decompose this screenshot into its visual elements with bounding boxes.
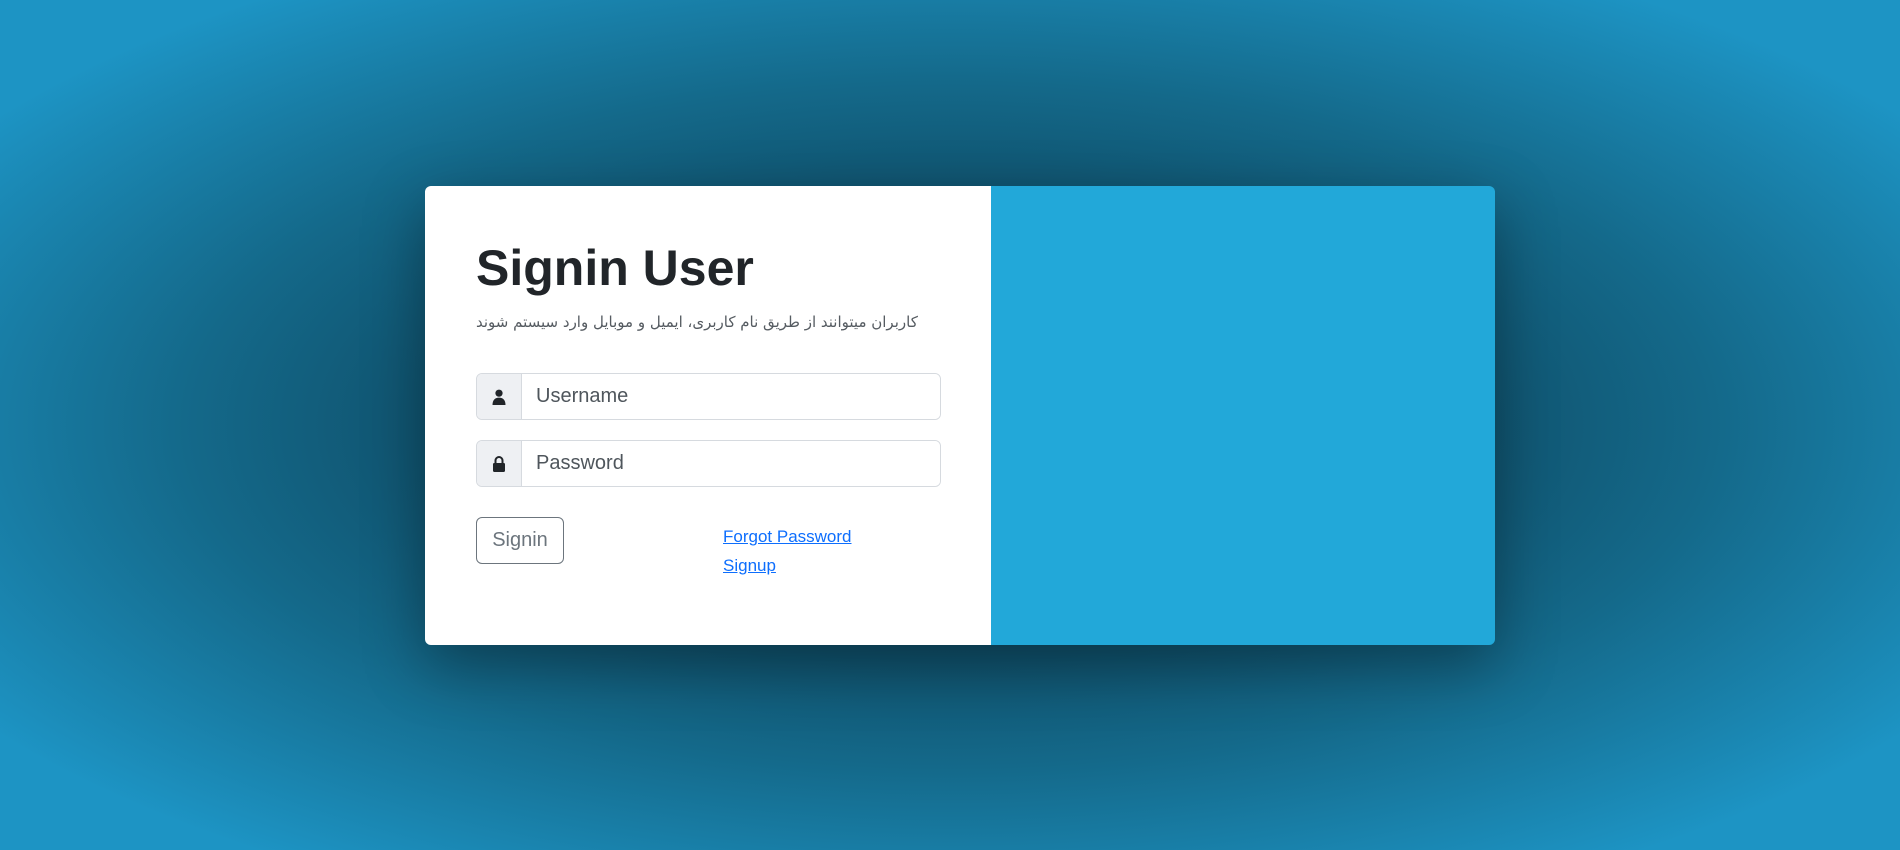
password-input[interactable]: [522, 441, 940, 486]
lock-icon: [477, 441, 522, 486]
page-title: Signin User: [476, 240, 754, 296]
username-input[interactable]: [522, 374, 940, 419]
password-input-group: [476, 440, 941, 487]
auth-links: Forgot Password Signup: [723, 522, 852, 580]
username-input-group: [476, 373, 941, 420]
subtitle: کاربران میتوانند از طریق نام کاربری، ایم…: [476, 313, 918, 331]
signin-card: Signin User کاربران میتوانند از طریق نام…: [425, 186, 1495, 645]
accent-panel: [991, 186, 1495, 645]
form-actions: Signin Forgot Password Signup: [476, 517, 941, 580]
forgot-password-link[interactable]: Forgot Password: [723, 522, 852, 551]
signup-link[interactable]: Signup: [723, 551, 852, 580]
signin-button[interactable]: Signin: [476, 517, 564, 564]
signin-form-panel: Signin User کاربران میتوانند از طریق نام…: [425, 186, 991, 645]
user-icon: [477, 374, 522, 419]
